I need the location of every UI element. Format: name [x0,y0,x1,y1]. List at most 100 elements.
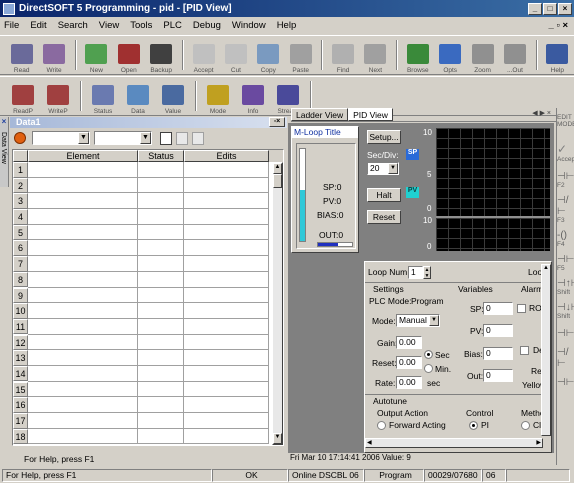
table-row[interactable]: 3 [13,193,283,210]
menu-plc[interactable]: PLC [163,20,181,31]
table-row[interactable]: 8 [13,271,283,288]
element-cell[interactable] [28,162,138,178]
table-row[interactable]: 17 [13,413,283,429]
status-cell[interactable] [138,334,184,351]
forward-acting-radio[interactable] [377,421,386,430]
reset-field[interactable]: 0.00 [396,356,422,369]
find-toolbar-button[interactable]: Find [327,36,358,74]
table-row[interactable]: 9 [13,287,283,304]
box-instruction-icon[interactable]: ⊣⊢ [557,254,574,265]
row-number[interactable]: 9 [13,287,28,303]
menu-tools[interactable]: Tools [130,20,152,31]
row-number[interactable]: 14 [13,365,28,382]
edits-cell[interactable] [184,334,269,351]
status-cell[interactable] [138,177,184,194]
edits-cell[interactable] [184,209,269,225]
element-cell[interactable] [28,177,138,194]
edits-cell[interactable] [184,256,269,272]
maximize-button[interactable]: □ [543,2,557,15]
row-number[interactable]: 12 [13,334,28,351]
status-cell[interactable] [138,240,184,257]
write-toolbar-button[interactable]: Write [38,36,69,74]
var-bias-field[interactable]: 0 [483,347,513,360]
row-number[interactable]: 17 [13,413,28,429]
mode-toolbar-button[interactable]: Mode [201,77,235,115]
copy-toolbar-button[interactable]: Copy [253,36,284,74]
edits-cell[interactable] [184,318,269,335]
row-number[interactable]: 7 [13,256,28,272]
cut-toolbar-button[interactable]: Cut [220,36,251,74]
menu-view[interactable]: View [99,20,119,31]
element-cell[interactable] [28,193,138,210]
paste-sheet-icon[interactable] [192,131,204,145]
status-cell[interactable] [138,397,184,413]
menu-debug[interactable]: Debug [193,20,221,31]
contact-no-icon[interactable]: ⊣⊢ [557,171,574,182]
element-dropdown-2[interactable]: ▼ [94,131,152,145]
new-sheet-icon[interactable] [160,131,172,145]
opts-toolbar-button[interactable]: Opts [435,36,466,74]
status-cell[interactable] [138,428,184,445]
menu-file[interactable]: File [4,20,19,31]
equal-compare-icon[interactable]: ⊣⊢= [557,328,574,339]
row-number[interactable]: 18 [13,428,28,445]
element-cell[interactable] [28,350,138,366]
element-cell[interactable] [28,413,138,429]
menu-window[interactable]: Window [232,20,266,31]
row-number[interactable]: 13 [13,350,28,366]
element-cell[interactable] [28,334,138,351]
value-toolbar-button[interactable]: Value [156,77,190,115]
out-toolbar-button[interactable]: ...Out [499,36,530,74]
edits-cell[interactable] [184,381,269,398]
element-cell[interactable] [28,318,138,335]
next-toolbar-button[interactable]: Next [360,36,391,74]
edits-cell[interactable] [184,303,269,319]
element-cell[interactable] [28,365,138,382]
var-sp-field[interactable]: 0 [483,302,513,315]
not-compare-icon[interactable]: ⊣/⊢ [557,347,574,369]
status-cell[interactable] [138,162,184,178]
gain-field[interactable]: 0.00 [396,336,422,349]
element-cell[interactable] [28,287,138,304]
edits-cell[interactable] [184,287,269,304]
accept-icon[interactable]: ✓ [557,142,574,156]
edits-cell[interactable] [184,177,269,194]
row-number[interactable]: 11 [13,318,28,335]
greater-compare-icon[interactable]: ⊣⊢> [557,377,574,388]
edits-cell[interactable] [184,397,269,413]
menu-help[interactable]: Help [277,20,297,31]
edits-cell[interactable] [184,240,269,257]
zoom-toolbar-button[interactable]: Zoom [467,36,498,74]
scroll-right-arrow[interactable]: ▶ [536,439,541,447]
roc-checkbox[interactable] [517,304,526,313]
element-cell[interactable] [28,256,138,272]
element-dropdown-1[interactable]: ▼ [32,131,90,145]
table-row[interactable]: 16 [13,397,283,413]
scroll-up-arrow[interactable]: ▲ [273,163,282,174]
scroll-thumb[interactable] [273,174,282,188]
table-row[interactable]: 11 [13,318,283,335]
edits-cell[interactable] [184,224,269,241]
row-number[interactable]: 8 [13,271,28,288]
status-toolbar-button[interactable]: Status [86,77,120,115]
close-button[interactable]: × [558,2,572,15]
row-number[interactable]: 1 [13,162,28,178]
element-cell[interactable] [28,240,138,257]
status-cell[interactable] [138,318,184,335]
row-number[interactable]: 5 [13,224,28,241]
contact-nc-icon[interactable]: ⊣/⊢ [557,195,574,217]
table-row[interactable]: 12 [13,334,283,351]
element-cell[interactable] [28,303,138,319]
data-view-side-tab[interactable]: × Data View [0,117,9,187]
accept-toolbar-button[interactable]: Accept [188,36,219,74]
setup-button[interactable]: Setup... [367,130,401,144]
scroll-up-arrow[interactable]: ▲ [542,265,550,271]
tab-pid-view[interactable]: PID View [348,108,393,121]
info-toolbar-button[interactable]: Info [236,77,270,115]
shift-contact-icon[interactable]: ⊣↑⊢ [557,278,574,289]
row-number[interactable]: 16 [13,397,28,413]
loop-num-spinner[interactable]: 1 [408,266,423,279]
spinner-arrows-icon[interactable]: ▲ ▼ [423,266,431,279]
minimize-button[interactable]: _ [528,2,542,15]
status-cell[interactable] [138,365,184,382]
